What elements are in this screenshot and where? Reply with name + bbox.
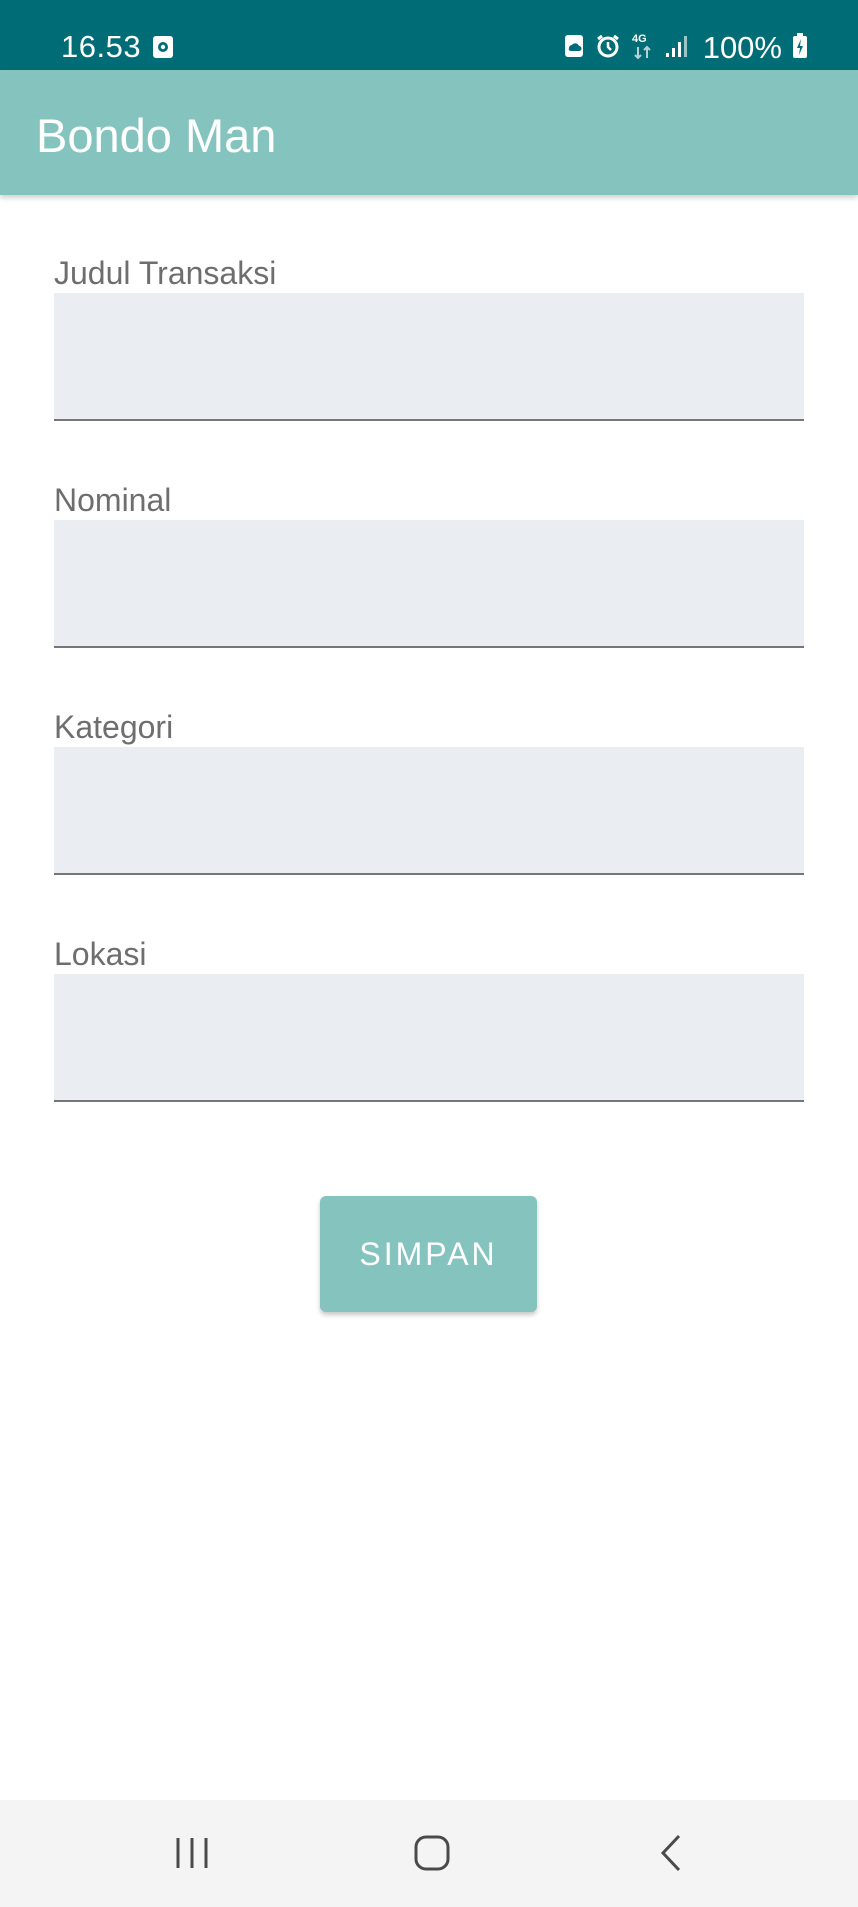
battery-charging-icon [792,32,808,64]
field-label: Nominal [54,482,172,518]
field-lokasi: Lokasi [54,936,804,1102]
field-label: Judul Transaksi [54,255,277,291]
save-button[interactable]: SIMPAN [320,1196,537,1312]
network-label: 4G [632,33,647,45]
back-icon [657,1833,687,1878]
field-judul-transaksi: Judul Transaksi [54,255,804,421]
recent-apps-button[interactable] [162,1830,222,1880]
back-button[interactable] [642,1830,702,1880]
status-bar: 16.53 4G 100% [0,0,858,70]
cloud-sync-icon [563,33,585,64]
navigation-bar [0,1800,858,1907]
screen-record-icon [152,35,174,59]
battery-percentage: 100% [702,30,782,65]
nominal-input[interactable] [54,520,804,648]
app-bar: Bondo Man [0,70,858,195]
kategori-input[interactable] [54,747,804,875]
app-title: Bondo Man [36,109,277,162]
field-label: Lokasi [54,936,147,972]
recent-apps-icon [174,1836,210,1875]
field-nominal: Nominal [54,482,804,648]
alarm-icon [595,33,621,64]
field-kategori: Kategori [54,709,804,875]
status-time: 16.53 [61,29,142,64]
screen: 16.53 4G 100% Bondo Man Judul Transaksi … [0,0,858,1907]
signal-icon [665,34,689,63]
network-4g-icon: 4G [631,31,655,66]
lokasi-input[interactable] [54,974,804,1102]
home-button[interactable] [402,1830,462,1880]
status-icons: 4G 100% [563,30,808,66]
field-label: Kategori [54,709,174,745]
judul-transaksi-input[interactable] [54,293,804,421]
home-icon [413,1834,451,1877]
